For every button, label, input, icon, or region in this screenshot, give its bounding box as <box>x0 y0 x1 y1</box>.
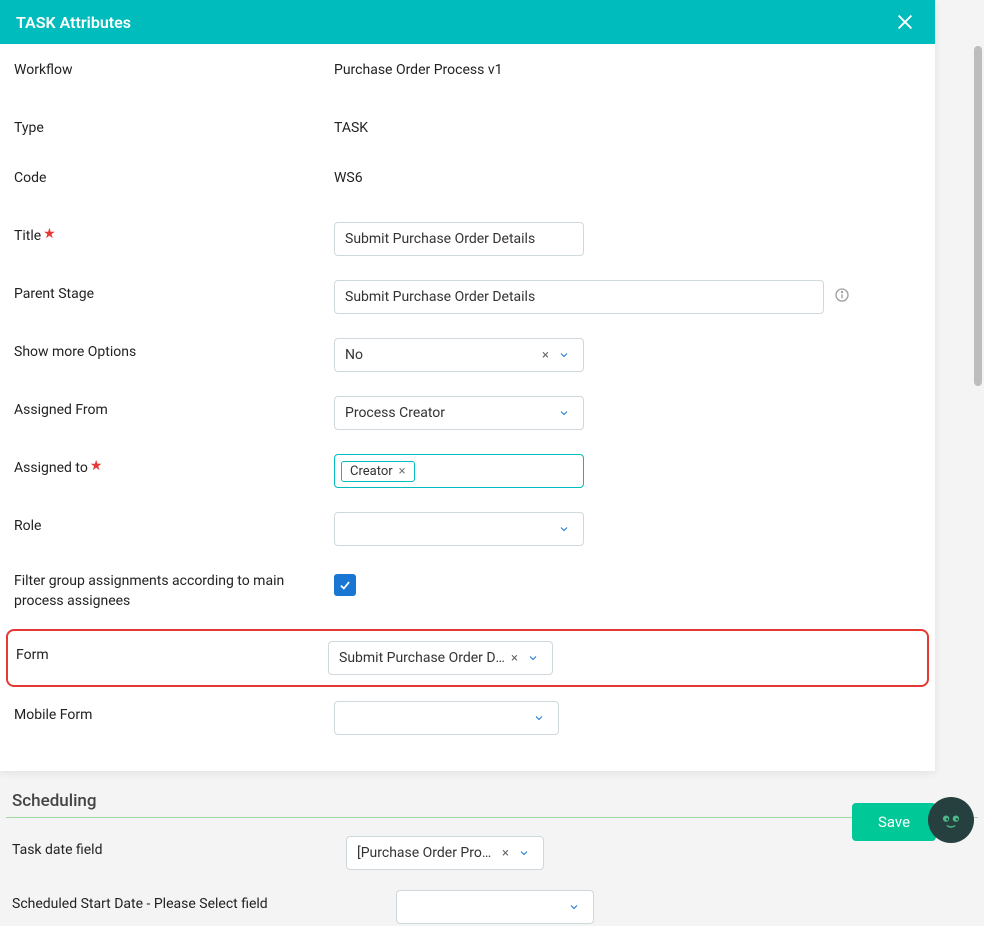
required-star-icon: ★ <box>90 458 103 474</box>
modal-header: TASK Attributes <box>0 0 935 44</box>
mobile-form-label: Mobile Form <box>14 701 334 723</box>
clear-icon[interactable]: × <box>536 348 555 363</box>
title-label: Title★ <box>14 222 334 244</box>
show-more-select[interactable]: No × <box>334 338 584 372</box>
show-more-label: Show more Options <box>14 338 334 360</box>
assigned-from-label: Assigned From <box>14 396 334 418</box>
scheduled-start-label: Scheduled Start Date - Please Select fie… <box>6 890 396 912</box>
code-value: WS6 <box>334 164 363 186</box>
form-label: Form <box>16 641 328 663</box>
workflow-label: Workflow <box>14 56 334 78</box>
chevron-down-icon <box>565 898 583 916</box>
clear-icon[interactable]: × <box>496 846 515 861</box>
assigned-to-input[interactable]: Creator × <box>334 454 584 488</box>
assigned-from-select[interactable]: Process Creator <box>334 396 584 430</box>
workflow-value: Purchase Order Process v1 <box>334 56 502 78</box>
scheduled-start-select[interactable] <box>396 890 594 924</box>
robot-face-icon <box>937 806 965 834</box>
save-button[interactable]: Save <box>852 803 936 841</box>
chat-avatar[interactable] <box>928 797 974 843</box>
close-button[interactable] <box>891 8 919 36</box>
required-star-icon: ★ <box>43 226 56 242</box>
role-select[interactable] <box>334 512 584 546</box>
task-date-select[interactable]: [Purchase Order Proce... × <box>346 836 544 870</box>
title-input[interactable]: Submit Purchase Order Details <box>334 222 584 256</box>
mobile-form-select[interactable] <box>334 701 559 735</box>
filter-group-checkbox[interactable] <box>334 574 356 596</box>
parent-stage-input[interactable]: Submit Purchase Order Details <box>334 280 824 314</box>
assigned-to-chip[interactable]: Creator × <box>341 461 415 482</box>
form-row-highlight: Form Submit Purchase Order Det... × <box>6 629 929 687</box>
type-value: TASK <box>334 114 368 136</box>
task-date-label: Task date field <box>6 836 346 858</box>
clear-icon[interactable]: × <box>505 651 524 666</box>
modal-title: TASK Attributes <box>16 13 131 32</box>
code-label: Code <box>14 164 334 186</box>
chevron-down-icon <box>524 649 542 667</box>
chevron-down-icon <box>515 844 533 862</box>
filter-group-label: Filter group assignments according to ma… <box>14 570 334 611</box>
chevron-down-icon <box>530 709 548 727</box>
scheduling-header: Scheduling <box>6 777 978 818</box>
chip-clear-icon[interactable]: × <box>399 464 406 479</box>
assigned-to-label: Assigned to★ <box>14 454 334 476</box>
chevron-down-icon <box>555 520 573 538</box>
scrollbar[interactable] <box>974 46 982 386</box>
chevron-down-icon <box>555 346 573 364</box>
parent-stage-label: Parent Stage <box>14 280 334 302</box>
info-icon[interactable] <box>834 287 850 307</box>
role-label: Role <box>14 512 334 534</box>
chevron-down-icon <box>555 404 573 422</box>
type-label: Type <box>14 114 334 136</box>
form-select[interactable]: Submit Purchase Order Det... × <box>328 641 553 675</box>
check-icon <box>338 578 352 592</box>
close-icon <box>894 11 916 33</box>
